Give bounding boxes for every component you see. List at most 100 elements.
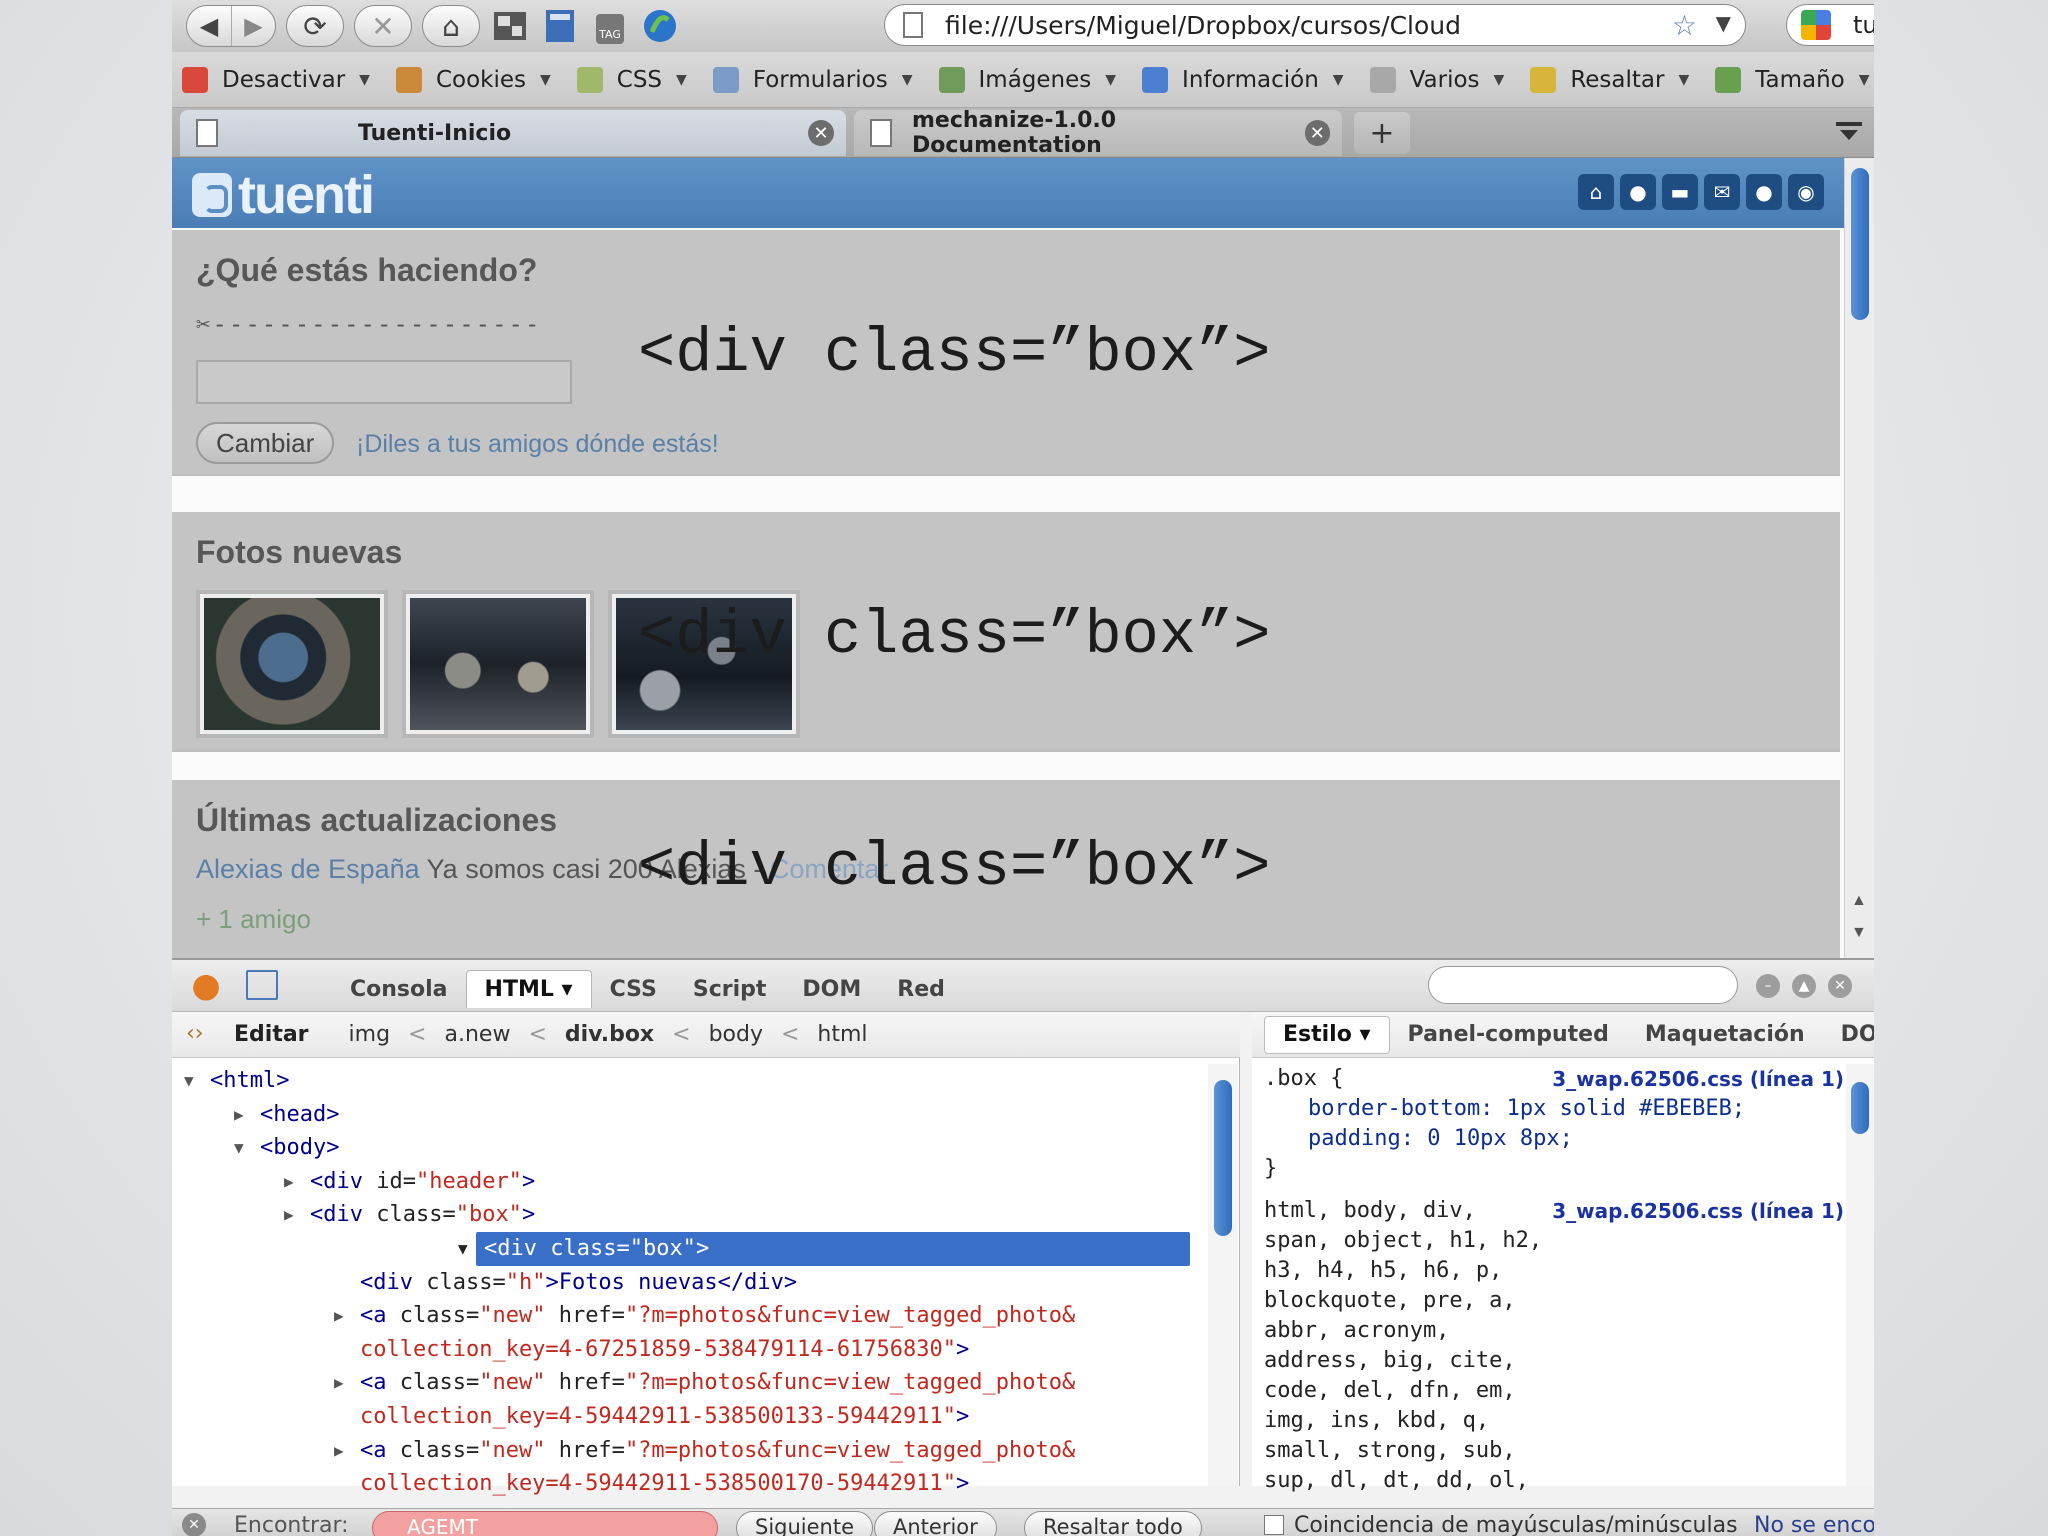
side-tab-maquetación[interactable]: Maquetación — [1627, 1022, 1823, 1047]
toolbar-menu-desactivar[interactable]: Desactivar ▼ — [182, 66, 370, 93]
toolbar-menu-formularios[interactable]: Formularios ▼ — [712, 66, 913, 93]
scrollbar-thumb[interactable] — [1851, 1082, 1869, 1134]
scroll-down-icon[interactable]: ▼ — [1851, 924, 1867, 942]
address-bar[interactable]: file:///Users/Miguel/Dropbox/cursos/Clou… — [884, 4, 1746, 46]
tree-node[interactable]: ▼ <html> — [172, 1064, 1202, 1098]
match-case-checkbox[interactable] — [1264, 1515, 1284, 1535]
find-previous-button[interactable]: Anterior — [874, 1511, 997, 1536]
toolbar-menu-resaltar[interactable]: Resaltar ▼ — [1530, 66, 1689, 93]
highlight-all-button[interactable]: Resaltar todo — [1024, 1511, 1202, 1536]
close-tab-icon[interactable]: ✕ — [808, 120, 834, 146]
css-property[interactable]: padding: 0 10px 8px; — [1264, 1124, 1844, 1154]
toolbar-menu-cookies[interactable]: Cookies ▼ — [395, 66, 551, 93]
tree-node[interactable]: collection_key=4-59442911-538500133-5944… — [172, 1400, 1202, 1434]
home-icon[interactable]: ⌂ — [1578, 174, 1614, 210]
tree-node[interactable]: ▶ <div id="header"> — [172, 1165, 1202, 1199]
page-scrollbar[interactable]: ▲ ▼ — [1844, 158, 1874, 958]
url-history-dropdown-icon[interactable]: ▼ — [1716, 11, 1731, 35]
tree-node[interactable]: ▼ <body> — [172, 1131, 1202, 1165]
status-input[interactable] — [196, 360, 572, 404]
detach-icon[interactable]: ▲ — [1792, 974, 1816, 998]
expand-icon[interactable]: ▶ — [334, 1366, 344, 1400]
side-tab-estilo[interactable]: Estilo ▾ — [1264, 1015, 1390, 1054]
home-button[interactable]: ⌂ — [422, 5, 480, 47]
tab-html[interactable]: HTML ▾ — [465, 970, 592, 1008]
tab-mechanize-docs[interactable]: mechanize-1.0.0 Documentation ✕ — [854, 108, 1342, 158]
collapse-icon[interactable]: ▼ — [458, 1232, 468, 1266]
tab-consola[interactable]: Consola — [332, 970, 466, 1008]
tag-icon[interactable]: TAG — [590, 6, 630, 46]
close-tab-icon[interactable]: ✕ — [1304, 120, 1330, 146]
minimize-icon[interactable]: – — [1756, 974, 1780, 998]
toolbar-menu-imágenes[interactable]: Imágenes ▼ — [938, 66, 1116, 93]
reload-button[interactable]: ⟳ — [286, 5, 344, 47]
breadcrumb-item[interactable]: div.box — [565, 1022, 654, 1047]
tree-node[interactable]: collection_key=4-67251859-538479114-6175… — [172, 1333, 1202, 1367]
breadcrumb-item[interactable]: body — [709, 1022, 763, 1047]
side-tab-dom[interactable]: DOM — [1823, 1022, 1874, 1047]
back-button[interactable]: ◀ — [187, 6, 231, 46]
location-icon[interactable]: ◉ — [1788, 174, 1824, 210]
edit-button[interactable]: Editar — [234, 1022, 309, 1047]
tuenti-logo[interactable]: tuenti — [192, 164, 375, 226]
scrollbar-thumb[interactable] — [1851, 168, 1869, 320]
firebug-icon[interactable] — [186, 968, 226, 1004]
scrollbar-thumb[interactable] — [1214, 1080, 1232, 1236]
find-input[interactable]: AGEMT — [372, 1511, 718, 1536]
profile-icon[interactable]: ● — [1620, 174, 1656, 210]
collapse-icon[interactable]: ▼ — [184, 1064, 194, 1098]
css-property[interactable]: border-bottom: 1px solid #EBEBEB; — [1264, 1094, 1844, 1124]
tab-red[interactable]: Red — [879, 970, 963, 1008]
friends-icon[interactable]: ● — [1746, 174, 1782, 210]
toolbar-menu-css[interactable]: CSS ▼ — [576, 66, 687, 93]
toolbar-menu-tamaño[interactable]: Tamaño ▼ — [1715, 66, 1870, 93]
forward-button[interactable]: ▶ — [231, 6, 275, 46]
css-source-link[interactable]: 3_wap.62506.css (línea 1) — [1552, 1196, 1844, 1226]
search-box[interactable]: tuenti API ⌕ — [1786, 4, 1874, 46]
expand-icon[interactable]: ▶ — [234, 1098, 244, 1132]
inspect-element-icon[interactable] — [246, 970, 278, 1000]
cambiar-button[interactable]: Cambiar — [196, 422, 335, 464]
stop-button[interactable]: ✕ — [354, 5, 412, 47]
breadcrumb-item[interactable]: img — [349, 1022, 391, 1047]
bookmark-star-icon[interactable]: ☆ — [1672, 9, 1697, 42]
tree-node[interactable]: ▼ <div class="box"> — [458, 1231, 1190, 1266]
tree-node[interactable]: <div class="h">Fotos nuevas</div> — [172, 1266, 1202, 1300]
expand-icon[interactable]: ▶ — [284, 1165, 294, 1199]
screen-grab-icon[interactable] — [490, 6, 530, 46]
expand-icon[interactable]: ▶ — [334, 1299, 344, 1333]
tab-dom[interactable]: DOM — [784, 970, 879, 1008]
breadcrumb-item[interactable]: a.new — [444, 1022, 510, 1047]
photo-thumbnail[interactable] — [402, 590, 594, 738]
search-input[interactable]: tuenti API — [1853, 11, 1874, 39]
tab-tuenti-inicio[interactable]: Tuenti-Inicio ✕ — [180, 110, 846, 156]
expand-icon[interactable]: ▶ — [334, 1434, 344, 1468]
style-panel-scrollbar[interactable] — [1846, 1064, 1874, 1486]
tree-node[interactable]: ▶ <a class="new" href="?m=photos&func=vie… — [172, 1434, 1202, 1468]
photo-thumbnail[interactable] — [196, 590, 388, 738]
sync-icon[interactable] — [640, 6, 680, 46]
tab-css[interactable]: CSS — [592, 970, 675, 1008]
tree-node[interactable]: ▶ <a class="new" href="?m=photos&func=vie… — [172, 1299, 1202, 1333]
side-tab-panel-computed[interactable]: Panel-computed — [1390, 1022, 1627, 1047]
scroll-up-icon[interactable]: ▲ — [1851, 892, 1867, 910]
breadcrumb-item[interactable]: html — [817, 1022, 867, 1047]
comments-icon[interactable]: ▬ — [1662, 174, 1698, 210]
google-icon[interactable] — [1801, 10, 1831, 40]
mail-icon[interactable]: ✉ — [1704, 174, 1740, 210]
new-tab-button[interactable]: + — [1354, 112, 1410, 154]
tree-node[interactable]: ▶ <a class="new" href="?m=photos&func=vie… — [172, 1366, 1202, 1400]
tree-node[interactable]: ▶ <div class="box"> — [172, 1198, 1202, 1232]
toolbar-menu-varios[interactable]: Varios ▼ — [1369, 66, 1504, 93]
tree-node[interactable]: ▶ <head> — [172, 1098, 1202, 1132]
close-find-icon[interactable]: ✕ — [182, 1513, 206, 1536]
collapse-icon[interactable]: ▼ — [234, 1131, 244, 1165]
toolbar-menu-información[interactable]: Información ▼ — [1142, 66, 1344, 93]
tab-script[interactable]: Script — [675, 970, 785, 1008]
update-author-link[interactable]: Alexias de España — [196, 854, 420, 884]
firebug-search-input[interactable] — [1428, 966, 1738, 1004]
window-resize-icon[interactable] — [540, 6, 580, 46]
expand-icon[interactable]: ▶ — [284, 1198, 294, 1232]
close-icon[interactable]: ✕ — [1828, 974, 1852, 998]
html-panel-scrollbar[interactable] — [1208, 1064, 1238, 1486]
